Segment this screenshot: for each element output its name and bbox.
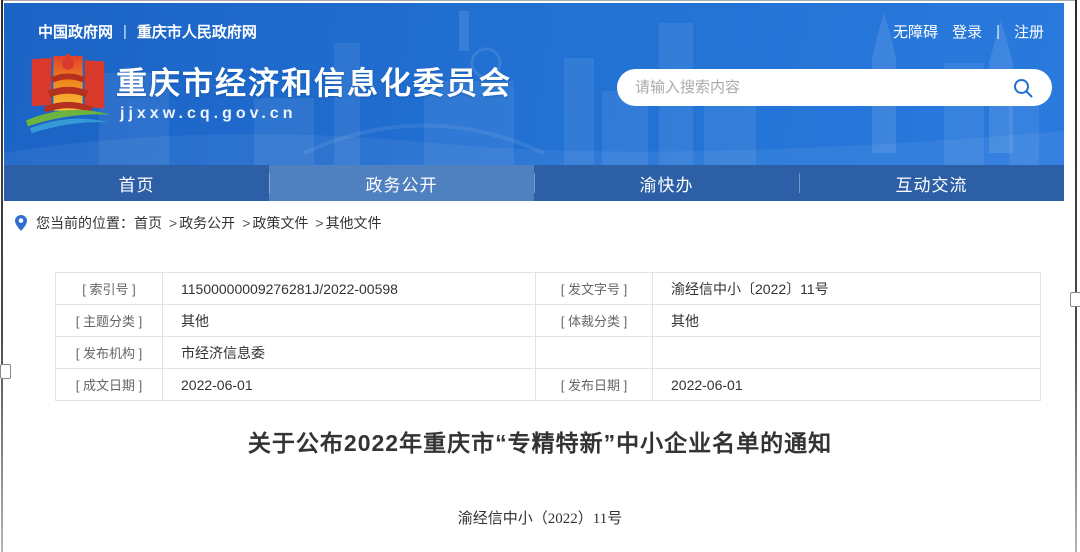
doc-publish-date-label: [ 发布日期 ] (536, 369, 653, 401)
doc-genre-label: [ 体裁分类 ] (536, 305, 653, 337)
breadcrumb-prefix: 您当前的位置： (36, 213, 134, 233)
doc-topic-label: [ 主题分类 ] (56, 305, 163, 337)
site-title: 重庆市经济和信息化委员会 (116, 58, 512, 103)
doc-written-date-label: [ 成文日期 ] (56, 369, 163, 401)
table-row: [ 索引号 ] 11500000009276281J/2022-00598 [ … (56, 273, 1041, 305)
search-box (617, 69, 1052, 106)
doc-index-label: [ 索引号 ] (56, 273, 163, 305)
doc-genre-value: 其他 (653, 305, 1041, 337)
doc-publish-date-value: 2022-06-01 (653, 369, 1041, 401)
breadcrumb-item-other-files[interactable]: 其他文件 (326, 213, 382, 233)
site-domain: jjxxw.cq.gov.cn (120, 105, 296, 123)
breadcrumb-separator: > (242, 215, 250, 231)
link-china-gov[interactable]: 中国政府网 (38, 21, 113, 42)
article-title: 关于公布2022年重庆市“专精特新”中小企业名单的通知 (0, 424, 1080, 458)
chongqing-people-hall-logo-icon[interactable] (24, 51, 112, 143)
selection-border-left (1, 0, 3, 552)
nav-tab-interaction[interactable]: 互动交流 (799, 165, 1064, 201)
doc-written-date-value: 2022-06-01 (163, 369, 536, 401)
topbar-right-links: 无障碍 登录 | 注册 (893, 21, 1044, 42)
doc-agency-label: [ 发布机构 ] (56, 337, 163, 369)
link-chongqing-gov[interactable]: 重庆市人民政府网 (137, 21, 257, 42)
search-icon[interactable] (1010, 75, 1036, 101)
search-input[interactable] (633, 78, 1010, 97)
breadcrumb-separator: > (315, 215, 323, 231)
topbar-left-links: 中国政府网 | 重庆市人民政府网 (38, 21, 257, 42)
link-accessibility[interactable]: 无障碍 (893, 21, 938, 42)
selection-handle-left[interactable] (0, 364, 11, 379)
breadcrumb-item-home[interactable]: 首页 (134, 213, 162, 233)
table-row: [ 发布机构 ] 市经济信息委 (56, 337, 1041, 369)
location-pin-icon (14, 214, 28, 232)
doc-empty-label (536, 337, 653, 369)
doc-topic-value: 其他 (163, 305, 536, 337)
link-login[interactable]: 登录 (952, 21, 982, 42)
site-header: 中国政府网 | 重庆市人民政府网 无障碍 登录 | 注册 重庆市经济和信息化委员… (4, 3, 1064, 165)
doc-index-value: 11500000009276281J/2022-00598 (163, 273, 536, 305)
doc-agency-value: 市经济信息委 (163, 337, 536, 369)
selection-handle-right[interactable] (1070, 292, 1080, 307)
table-row: [ 成文日期 ] 2022-06-01 [ 发布日期 ] 2022-06-01 (56, 369, 1041, 401)
breadcrumb-item-gov-affairs[interactable]: 政务公开 (179, 213, 235, 233)
doc-symbol-value: 渝经信中小〔2022〕11号 (653, 273, 1041, 305)
breadcrumb-separator: > (169, 215, 177, 231)
topbar-separator: | (123, 23, 127, 40)
selection-border-top (2, 0, 1076, 1)
nav-tab-gov-affairs[interactable]: 政务公开 (269, 165, 534, 201)
table-row: [ 主题分类 ] 其他 [ 体裁分类 ] 其他 (56, 305, 1041, 337)
breadcrumb: 您当前的位置： 首页 > 政务公开 > 政策文件 > 其他文件 (14, 213, 382, 233)
nav-tab-yukuaiban[interactable]: 渝快办 (534, 165, 799, 201)
doc-symbol-label: [ 发文字号 ] (536, 273, 653, 305)
doc-empty-value (653, 337, 1041, 369)
doc-info-table: [ 索引号 ] 11500000009276281J/2022-00598 [ … (55, 272, 1041, 401)
nav-tab-home[interactable]: 首页 (4, 165, 269, 201)
topbar-separator: | (996, 23, 1000, 40)
breadcrumb-item-policy-files[interactable]: 政策文件 (252, 213, 308, 233)
link-register[interactable]: 注册 (1014, 21, 1044, 42)
article-doc-number: 渝经信中小（2022）11号 (0, 507, 1080, 528)
main-nav: 首页 政务公开 渝快办 互动交流 (4, 165, 1064, 201)
selection-border-right (1075, 0, 1077, 552)
